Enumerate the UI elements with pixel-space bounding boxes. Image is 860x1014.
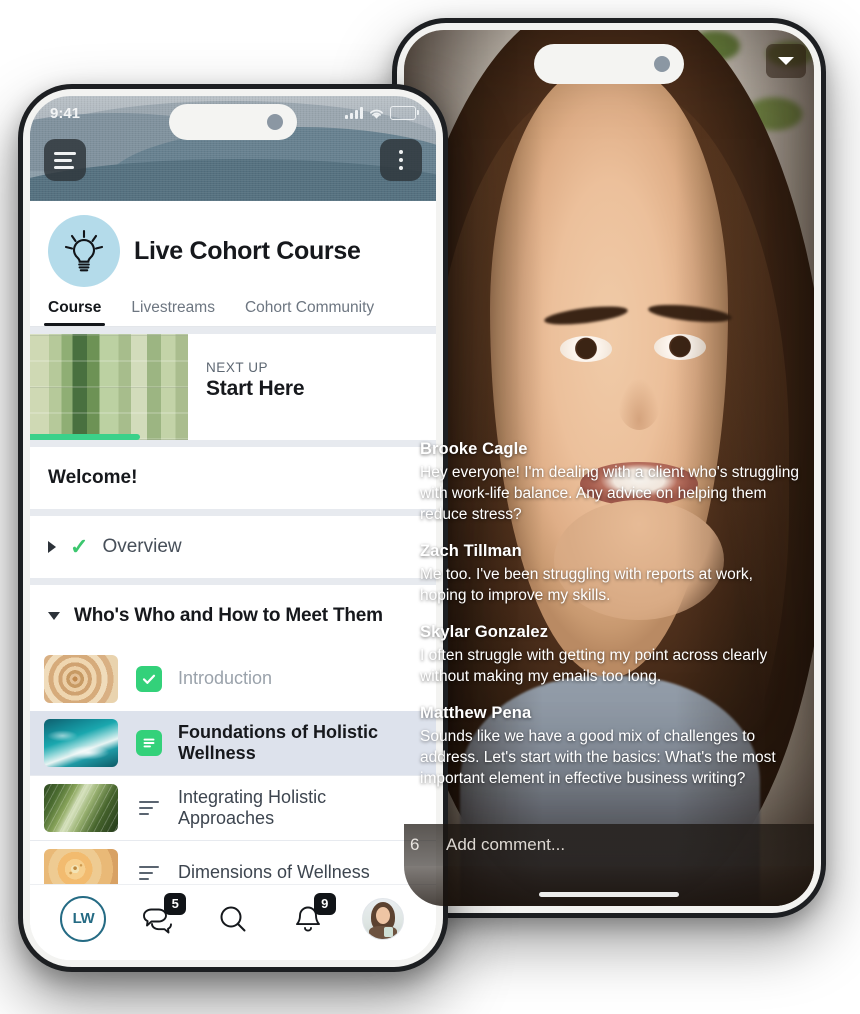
dynamic-island xyxy=(169,104,297,140)
avatar xyxy=(361,897,404,940)
composer-backdrop xyxy=(404,866,814,906)
triangle-down-icon[interactable] xyxy=(48,612,60,620)
course-progress-bar xyxy=(30,434,436,440)
next-up-kicker: NEXT UP xyxy=(206,360,269,375)
comment-item[interactable]: Zach Tillman Me too. I've been strugglin… xyxy=(420,542,800,606)
course-hero-banner: 9:41 xyxy=(30,96,436,201)
tab-livestreams[interactable]: Livestreams xyxy=(131,299,215,326)
comment-text: Sounds like we have a good mix of challe… xyxy=(420,727,776,787)
lesson-title: Dimensions of Wellness xyxy=(178,862,370,883)
module-title: Who's Who and How to Meet Them xyxy=(74,605,383,626)
list-item[interactable]: Foundations of Holistic Wellness xyxy=(30,711,436,775)
add-comment-input[interactable]: Add comment... xyxy=(446,835,565,855)
text-lines-icon xyxy=(132,800,166,816)
flower-thumbnail xyxy=(44,849,118,884)
comment-author: Zach Tillman xyxy=(420,542,522,561)
module-whos-who[interactable]: Who's Who and How to Meet Them xyxy=(30,585,436,647)
tab-cohort-community[interactable]: Cohort Community xyxy=(245,299,374,326)
dynamic-island xyxy=(534,44,684,84)
palm-leaf-thumbnail xyxy=(44,784,118,832)
nav-home[interactable]: LW xyxy=(59,895,107,943)
module-title: Overview xyxy=(102,536,182,557)
tab-course[interactable]: Course xyxy=(43,299,106,326)
course-content-list[interactable]: NEXT UP Start Here Welcome! ✓ Overview W… xyxy=(30,327,436,884)
bamboo-thumbnail xyxy=(30,334,188,440)
nav-profile[interactable] xyxy=(359,895,407,943)
check-square-icon xyxy=(132,666,166,692)
wifi-icon xyxy=(370,109,383,119)
list-item[interactable]: Introduction xyxy=(30,647,436,711)
comment-author: Brooke Cagle xyxy=(420,440,528,458)
lesson-title: Foundations of Holistic Wellness xyxy=(178,721,378,763)
status-time: 9:41 xyxy=(50,104,81,122)
lightbulb-icon xyxy=(48,215,120,287)
comment-composer[interactable]: 6 Add comment... xyxy=(404,824,814,866)
comment-text: I often struggle with getting my point a… xyxy=(420,646,768,685)
right-phone-screen: Brooke Cagle Hey everyone! I'm dealing w… xyxy=(404,30,814,906)
nav-search[interactable] xyxy=(209,895,257,943)
lesson-title: Introduction xyxy=(178,668,273,689)
nav-messages[interactable]: 5 xyxy=(134,892,187,943)
triangle-right-icon[interactable] xyxy=(48,541,56,553)
course-tabs: Course Livestreams Cohort Community xyxy=(30,295,436,326)
course-header: Live Cohort Course xyxy=(30,201,436,295)
search-icon xyxy=(220,906,246,931)
home-indicator xyxy=(539,892,679,897)
screenshot-stage: Brooke Cagle Hey everyone! I'm dealing w… xyxy=(0,0,860,1014)
hamburger-menu-icon[interactable] xyxy=(44,139,86,181)
lw-logo-icon: LW xyxy=(60,895,107,942)
badge-count: 5 xyxy=(164,892,187,915)
left-phone-device: 9:41 Live Cohort Course Course Livestrea… xyxy=(18,84,448,972)
comment-item[interactable]: Matthew Pena Sounds like we have a good … xyxy=(420,704,800,789)
text-lines-icon xyxy=(132,865,166,881)
comment-author: Matthew Pena xyxy=(420,703,532,722)
lesson-title: Integrating Holistic Approaches xyxy=(178,786,327,828)
text-lesson-icon xyxy=(132,730,166,756)
module-overview[interactable]: ✓ Overview xyxy=(30,516,436,578)
comment-text: Me too. I've been struggling with report… xyxy=(420,565,753,604)
badge-count: 9 xyxy=(313,892,336,915)
kebab-menu-icon[interactable] xyxy=(380,139,422,181)
bottom-navigation: LW 5 9 xyxy=(30,884,436,960)
comment-item[interactable]: Skylar Gonzalez I often struggle with ge… xyxy=(420,623,800,687)
page-title: Live Cohort Course xyxy=(134,236,361,265)
comment-text: Hey everyone! I'm dealing with a client … xyxy=(420,463,799,523)
chevron-down-icon[interactable] xyxy=(766,44,806,78)
next-up-title: Start Here xyxy=(206,377,305,400)
front-camera-icon xyxy=(654,56,670,72)
section-title: Welcome! xyxy=(48,467,138,488)
list-item[interactable]: Dimensions of Wellness xyxy=(30,841,436,884)
nav-notifications[interactable]: 9 xyxy=(284,892,336,943)
right-phone-device: Brooke Cagle Hey everyone! I'm dealing w… xyxy=(392,18,826,918)
left-phone-screen: 9:41 Live Cohort Course Course Livestrea… xyxy=(30,96,436,960)
wood-rings-thumbnail xyxy=(44,655,118,703)
check-icon: ✓ xyxy=(70,534,89,559)
section-welcome[interactable]: Welcome! xyxy=(30,447,436,509)
comment-author: Skylar Gonzalez xyxy=(420,622,549,641)
like-count: 6 xyxy=(410,835,420,854)
comment-item[interactable]: Brooke Cagle Hey everyone! I'm dealing w… xyxy=(420,440,800,525)
battery-icon xyxy=(390,106,419,120)
cellular-bars-icon xyxy=(345,107,363,119)
front-camera-icon xyxy=(267,114,283,130)
next-up-card[interactable]: NEXT UP Start Here xyxy=(30,334,436,440)
ocean-waves-thumbnail xyxy=(44,719,118,767)
list-item[interactable]: Integrating Holistic Approaches xyxy=(30,776,436,840)
